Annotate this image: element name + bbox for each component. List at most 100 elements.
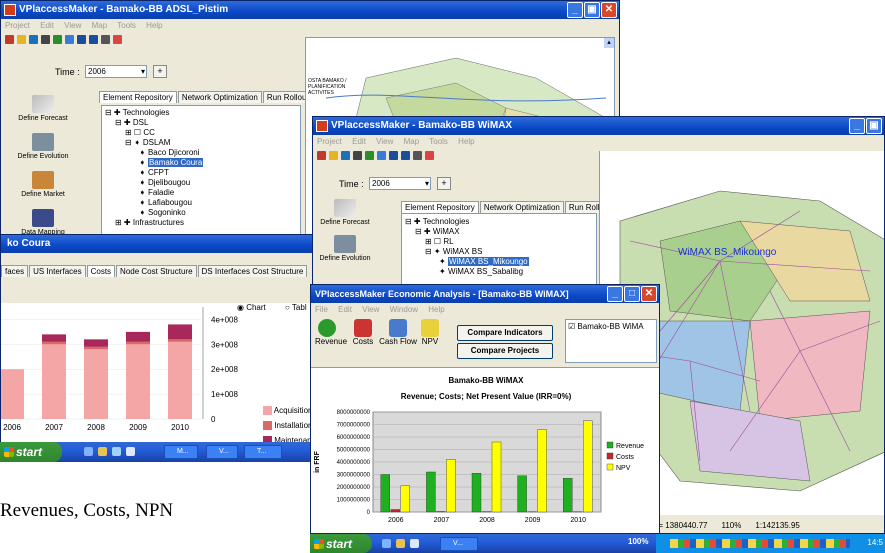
menu-map[interactable]: Map [404, 137, 420, 146]
menu-file[interactable]: File [315, 305, 328, 314]
menu-help[interactable]: Help [428, 305, 444, 314]
zoom-out-icon[interactable] [89, 34, 98, 44]
tree-item[interactable]: ⊟ ➧ DSLAM [105, 138, 203, 148]
menu-edit[interactable]: Edit [40, 21, 54, 30]
tree-item[interactable]: ⊞ ☐ CC [105, 128, 203, 138]
tab-ds-interfaces-cost[interactable]: DS Interfaces Cost Structure [197, 265, 308, 277]
save-icon[interactable] [341, 150, 350, 160]
menu-tools[interactable]: Tools [117, 21, 136, 30]
taskbar-item[interactable]: M... [164, 445, 198, 459]
quicklaunch-icon[interactable] [112, 447, 121, 456]
taskbar-item[interactable]: T... [244, 445, 282, 459]
compare-indicators-button[interactable]: Compare Indicators [457, 325, 553, 341]
zoom-in-icon[interactable] [389, 150, 398, 160]
flag-icon[interactable] [113, 34, 122, 44]
tree-item[interactable]: ✦ WiMAX BS_Sabalibg [405, 267, 529, 277]
menu-edit[interactable]: Edit [352, 137, 366, 146]
taskbar-item[interactable]: V... [206, 445, 238, 459]
define-evolution-button[interactable]: Define Evolution [315, 235, 375, 262]
tree-item[interactable]: ➧ CFPT [105, 168, 203, 178]
tree-item[interactable]: ➧ Sogoninko [105, 208, 203, 218]
add-time-button[interactable]: + [153, 65, 167, 78]
tree-item-selected[interactable]: ➧ Bamako Coura [105, 158, 204, 168]
add-time-button[interactable]: + [437, 177, 451, 190]
quicklaunch-icon[interactable] [126, 447, 135, 456]
menu-help[interactable]: Help [458, 137, 474, 146]
project-checkbox[interactable]: ☑ Bamako-BB WiMA [568, 322, 644, 331]
tree-item[interactable]: ⊟ ✚ WiMAX [405, 227, 529, 237]
grid-icon[interactable] [41, 34, 50, 44]
tab-interfaces[interactable]: faces [1, 265, 29, 277]
new-icon[interactable] [5, 34, 14, 44]
tree-item[interactable]: ➧ Faladie [105, 188, 203, 198]
quicklaunch-icon[interactable] [396, 539, 405, 548]
tree-item[interactable]: ⊟ ✚ Technologies [405, 217, 529, 227]
define-market-button[interactable]: Define Market [13, 171, 73, 198]
define-forecast-button[interactable]: Define Forecast [13, 95, 73, 122]
menu-project[interactable]: Project [5, 21, 30, 30]
minimize-button[interactable]: _ [607, 286, 623, 302]
quicklaunch-icon[interactable] [84, 447, 93, 456]
data-mapping-button[interactable]: Data Mapping [13, 209, 73, 236]
tree-item[interactable]: ⊟ ✦ WiMAX BS [405, 247, 529, 257]
revenue-tool[interactable]: Revenue [315, 319, 347, 346]
costs-tool[interactable]: Costs [351, 319, 375, 346]
zoom-out-icon[interactable] [401, 150, 410, 160]
grid-icon[interactable] [353, 150, 362, 160]
start-button[interactable]: start [310, 534, 372, 553]
cash-flow-tool[interactable]: Cash Flow [379, 319, 417, 346]
scroll-up-icon[interactable]: ▴ [604, 38, 614, 48]
tab-element-repository[interactable]: Element Repository [401, 201, 479, 213]
tab-costs[interactable]: Costs [86, 265, 116, 277]
tree-item[interactable]: ⊟ ✚ Technologies [105, 108, 203, 118]
compare-projects-button[interactable]: Compare Projects [457, 343, 553, 359]
select-icon[interactable] [101, 34, 110, 44]
minimize-button[interactable]: _ [567, 2, 583, 18]
tree-item[interactable]: ➧ Lafiabougou [105, 198, 203, 208]
open-icon[interactable] [329, 150, 338, 160]
menu-view[interactable]: View [376, 137, 393, 146]
quicklaunch-icon[interactable] [382, 539, 391, 548]
tab-node-cost-structure[interactable]: Node Cost Structure [116, 265, 197, 277]
menu-window[interactable]: Window [390, 305, 418, 314]
wimax-time-select[interactable]: 2006 ▾ [369, 177, 431, 190]
tab-network-optimization[interactable]: Network Optimization [177, 91, 262, 103]
taskbar-item[interactable]: V... [440, 537, 478, 551]
define-forecast-button[interactable]: Define Forecast [315, 199, 375, 226]
time-select[interactable]: 2006 ▾ [85, 65, 147, 78]
minimize-button[interactable]: _ [849, 118, 865, 134]
select-icon[interactable] [413, 150, 422, 160]
map-icon[interactable] [377, 150, 386, 160]
new-icon[interactable] [317, 150, 326, 160]
menu-map[interactable]: Map [92, 21, 108, 30]
tree-item[interactable]: ⊟ ✚ DSL [105, 118, 203, 128]
menu-project[interactable]: Project [317, 137, 342, 146]
quicklaunch-icon[interactable] [410, 539, 419, 548]
close-button[interactable]: ✕ [601, 2, 617, 18]
tree-item[interactable]: ⊞ ☐ RL [405, 237, 529, 247]
npv-tool[interactable]: NPV [419, 319, 441, 346]
maximize-button[interactable]: ▣ [584, 2, 600, 18]
tree-item[interactable]: ⊞ ✚ Infrastructures [105, 218, 203, 228]
tree-item[interactable]: ➧ Djelibougou [105, 178, 203, 188]
menu-help[interactable]: Help [146, 21, 162, 30]
menu-view[interactable]: View [362, 305, 379, 314]
tab-us-interfaces[interactable]: US Interfaces [29, 265, 86, 277]
open-icon[interactable] [17, 34, 26, 44]
map-icon[interactable] [65, 34, 74, 44]
start-button[interactable]: start [0, 442, 62, 462]
define-evolution-button[interactable]: Define Evolution [13, 133, 73, 160]
maximize-button[interactable]: □ [624, 286, 640, 302]
tab-network-optimization[interactable]: Network Optimization [479, 201, 564, 213]
zoom-in-icon[interactable] [77, 34, 86, 44]
save-icon[interactable] [29, 34, 38, 44]
layer-icon[interactable] [53, 34, 62, 44]
tree-item[interactable]: ➧ Baco Djicoroni [105, 148, 203, 158]
close-button[interactable]: ✕ [641, 286, 657, 302]
quicklaunch-icon[interactable] [98, 447, 107, 456]
menu-tools[interactable]: Tools [429, 137, 448, 146]
layer-icon[interactable] [365, 150, 374, 160]
tab-element-repository[interactable]: Element Repository [99, 91, 177, 103]
flag-icon[interactable] [425, 150, 434, 160]
menu-edit[interactable]: Edit [338, 305, 352, 314]
